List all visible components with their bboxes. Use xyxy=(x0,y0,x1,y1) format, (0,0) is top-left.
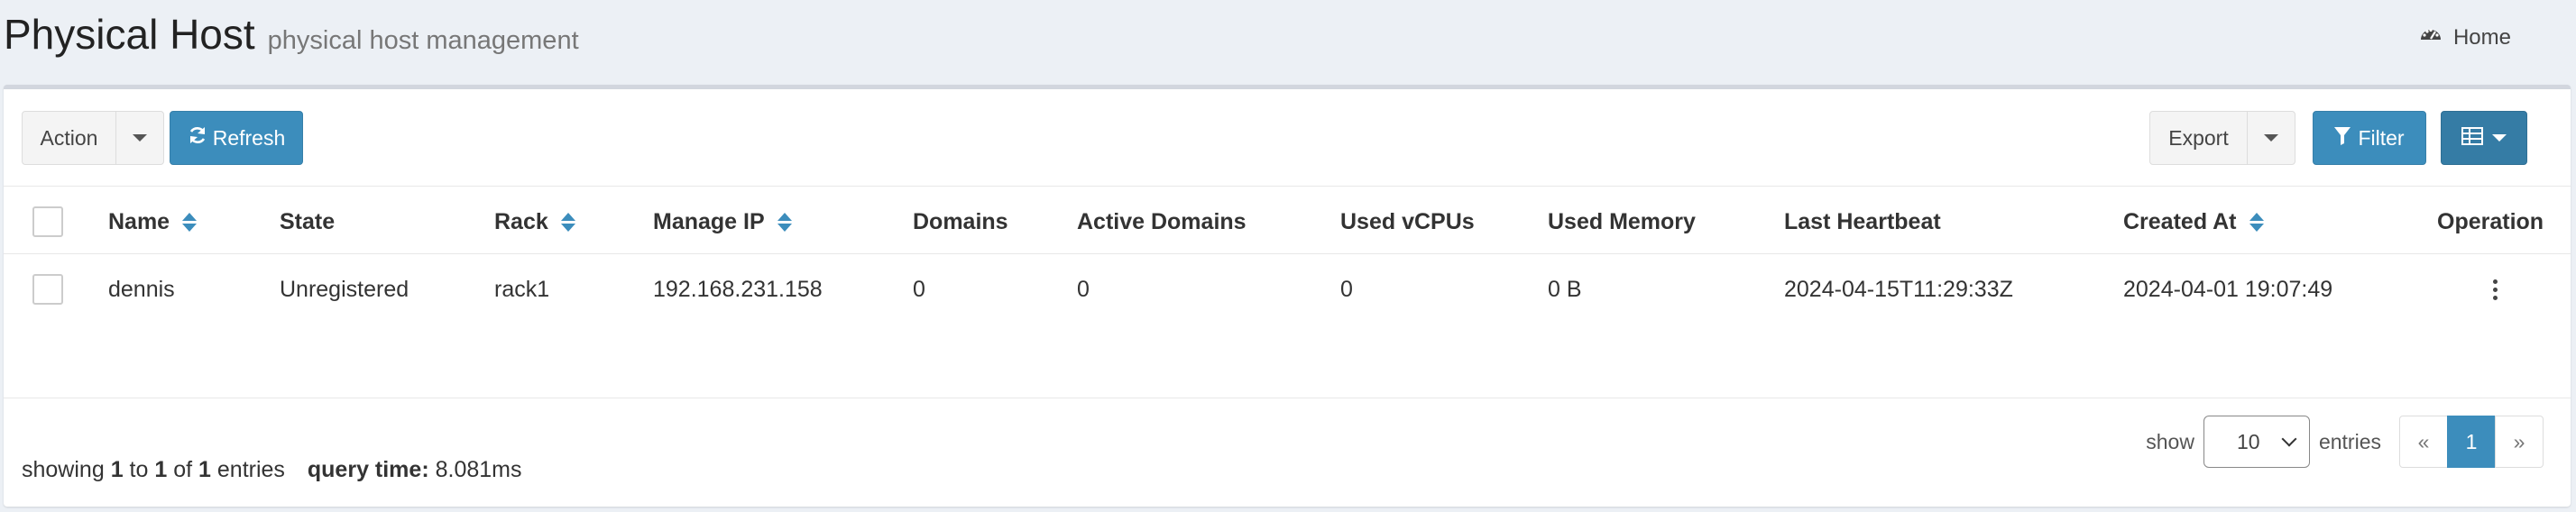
column-header-operation: Operation xyxy=(2437,208,2544,234)
breadcrumb-home-link[interactable]: Home xyxy=(2453,25,2511,50)
showing-entries-word: entries xyxy=(216,457,285,482)
showing-to: 1 xyxy=(154,457,168,482)
column-header-used-vcpus: Used vCPUs xyxy=(1340,208,1475,234)
action-dropdown-toggle[interactable] xyxy=(115,111,164,165)
showing-of-word: of xyxy=(173,457,193,482)
row-operation-menu[interactable] xyxy=(2486,274,2504,305)
row-checkbox[interactable] xyxy=(32,274,63,305)
showing-to-word: to xyxy=(129,457,149,482)
pagination-prev[interactable]: « xyxy=(2399,416,2448,468)
chevron-down-icon xyxy=(2492,134,2507,142)
divider xyxy=(4,186,2571,187)
pagination-next[interactable]: » xyxy=(2495,416,2544,468)
refresh-button[interactable]: Refresh xyxy=(170,111,303,165)
column-header-state: State xyxy=(280,208,336,234)
query-time-value: 8.081ms xyxy=(435,457,522,482)
sort-icon xyxy=(2249,212,2264,232)
refresh-label: Refresh xyxy=(212,125,286,150)
columns-toggle-button[interactable] xyxy=(2441,111,2527,165)
dashboard-icon xyxy=(2419,23,2443,51)
column-header-label: Rack xyxy=(494,208,548,234)
table-icon xyxy=(2461,126,2483,151)
column-header-label: Name xyxy=(108,208,170,234)
sort-icon xyxy=(777,212,792,232)
column-header-rack[interactable]: Rack xyxy=(494,208,575,235)
breadcrumb[interactable]: Home xyxy=(2419,23,2511,51)
column-header-label: Manage IP xyxy=(653,208,765,234)
content-header: Physical Host physical host management Ho… xyxy=(0,0,2576,85)
divider xyxy=(4,253,2571,254)
page-size-select[interactable]: 10 xyxy=(2203,416,2310,468)
refresh-icon xyxy=(188,125,207,151)
page-subtitle: physical host management xyxy=(267,26,579,55)
column-header-label: Created At xyxy=(2123,208,2237,234)
column-header-used-memory: Used Memory xyxy=(1548,208,1696,234)
showing-from: 1 xyxy=(110,457,124,482)
host-list-box: Action Refresh Export Filter Name State … xyxy=(4,85,2571,507)
column-header-domains: Domains xyxy=(913,208,1008,234)
pagination: « 1 » xyxy=(2399,416,2544,468)
cell-active-domains: 0 xyxy=(1077,276,1090,302)
filter-button[interactable]: Filter xyxy=(2313,111,2426,165)
kebab-menu-icon xyxy=(2492,279,2498,300)
chevron-down-icon xyxy=(2264,134,2278,142)
show-label: show xyxy=(2146,429,2194,453)
cell-name: dennis xyxy=(108,276,175,302)
chevron-down-icon xyxy=(2281,431,2297,447)
cell-manage-ip: 192.168.231.158 xyxy=(653,276,823,302)
column-header-name[interactable]: Name xyxy=(108,208,198,235)
chevron-down-icon xyxy=(133,134,147,142)
cell-last-heartbeat: 2024-04-15T11:29:33Z xyxy=(1784,276,2013,302)
column-header-last-heartbeat: Last Heartbeat xyxy=(1784,208,1941,234)
export-dropdown-toggle[interactable] xyxy=(2247,111,2295,165)
entries-label: entries xyxy=(2318,429,2381,453)
cell-state: Unregistered xyxy=(280,276,409,302)
page-title-text: Physical Host xyxy=(4,11,255,58)
cell-created-at: 2024-04-01 19:07:49 xyxy=(2123,276,2333,302)
page-size-control: show 10 entries xyxy=(2146,416,2381,468)
page-title: Physical Host physical host management xyxy=(4,7,579,68)
cell-used-memory: 0 B xyxy=(1548,276,1582,302)
column-header-manage-ip[interactable]: Manage IP xyxy=(653,208,792,235)
column-header-active-domains: Active Domains xyxy=(1077,208,1247,234)
filter-icon xyxy=(2334,126,2351,151)
column-header-created-at[interactable]: Created At xyxy=(2123,208,2264,235)
filter-label: Filter xyxy=(2358,125,2405,150)
cell-used-vcpus: 0 xyxy=(1340,276,1353,302)
showing-prefix: showing xyxy=(22,457,105,482)
cell-rack: rack1 xyxy=(494,276,550,302)
sort-icon xyxy=(182,212,198,232)
export-button[interactable]: Export xyxy=(2149,111,2248,165)
query-time-label: query time: xyxy=(307,457,429,482)
page-size-value: 10 xyxy=(2236,429,2260,453)
action-button[interactable]: Action xyxy=(22,111,116,165)
showing-total: 1 xyxy=(198,457,211,482)
cell-domains: 0 xyxy=(913,276,925,302)
select-all-checkbox[interactable] xyxy=(32,206,63,237)
pagination-info: showing 1 to 1 of 1 entries query time: … xyxy=(22,457,522,483)
pagination-page-1[interactable]: 1 xyxy=(2447,416,2496,468)
sort-icon xyxy=(560,212,575,232)
